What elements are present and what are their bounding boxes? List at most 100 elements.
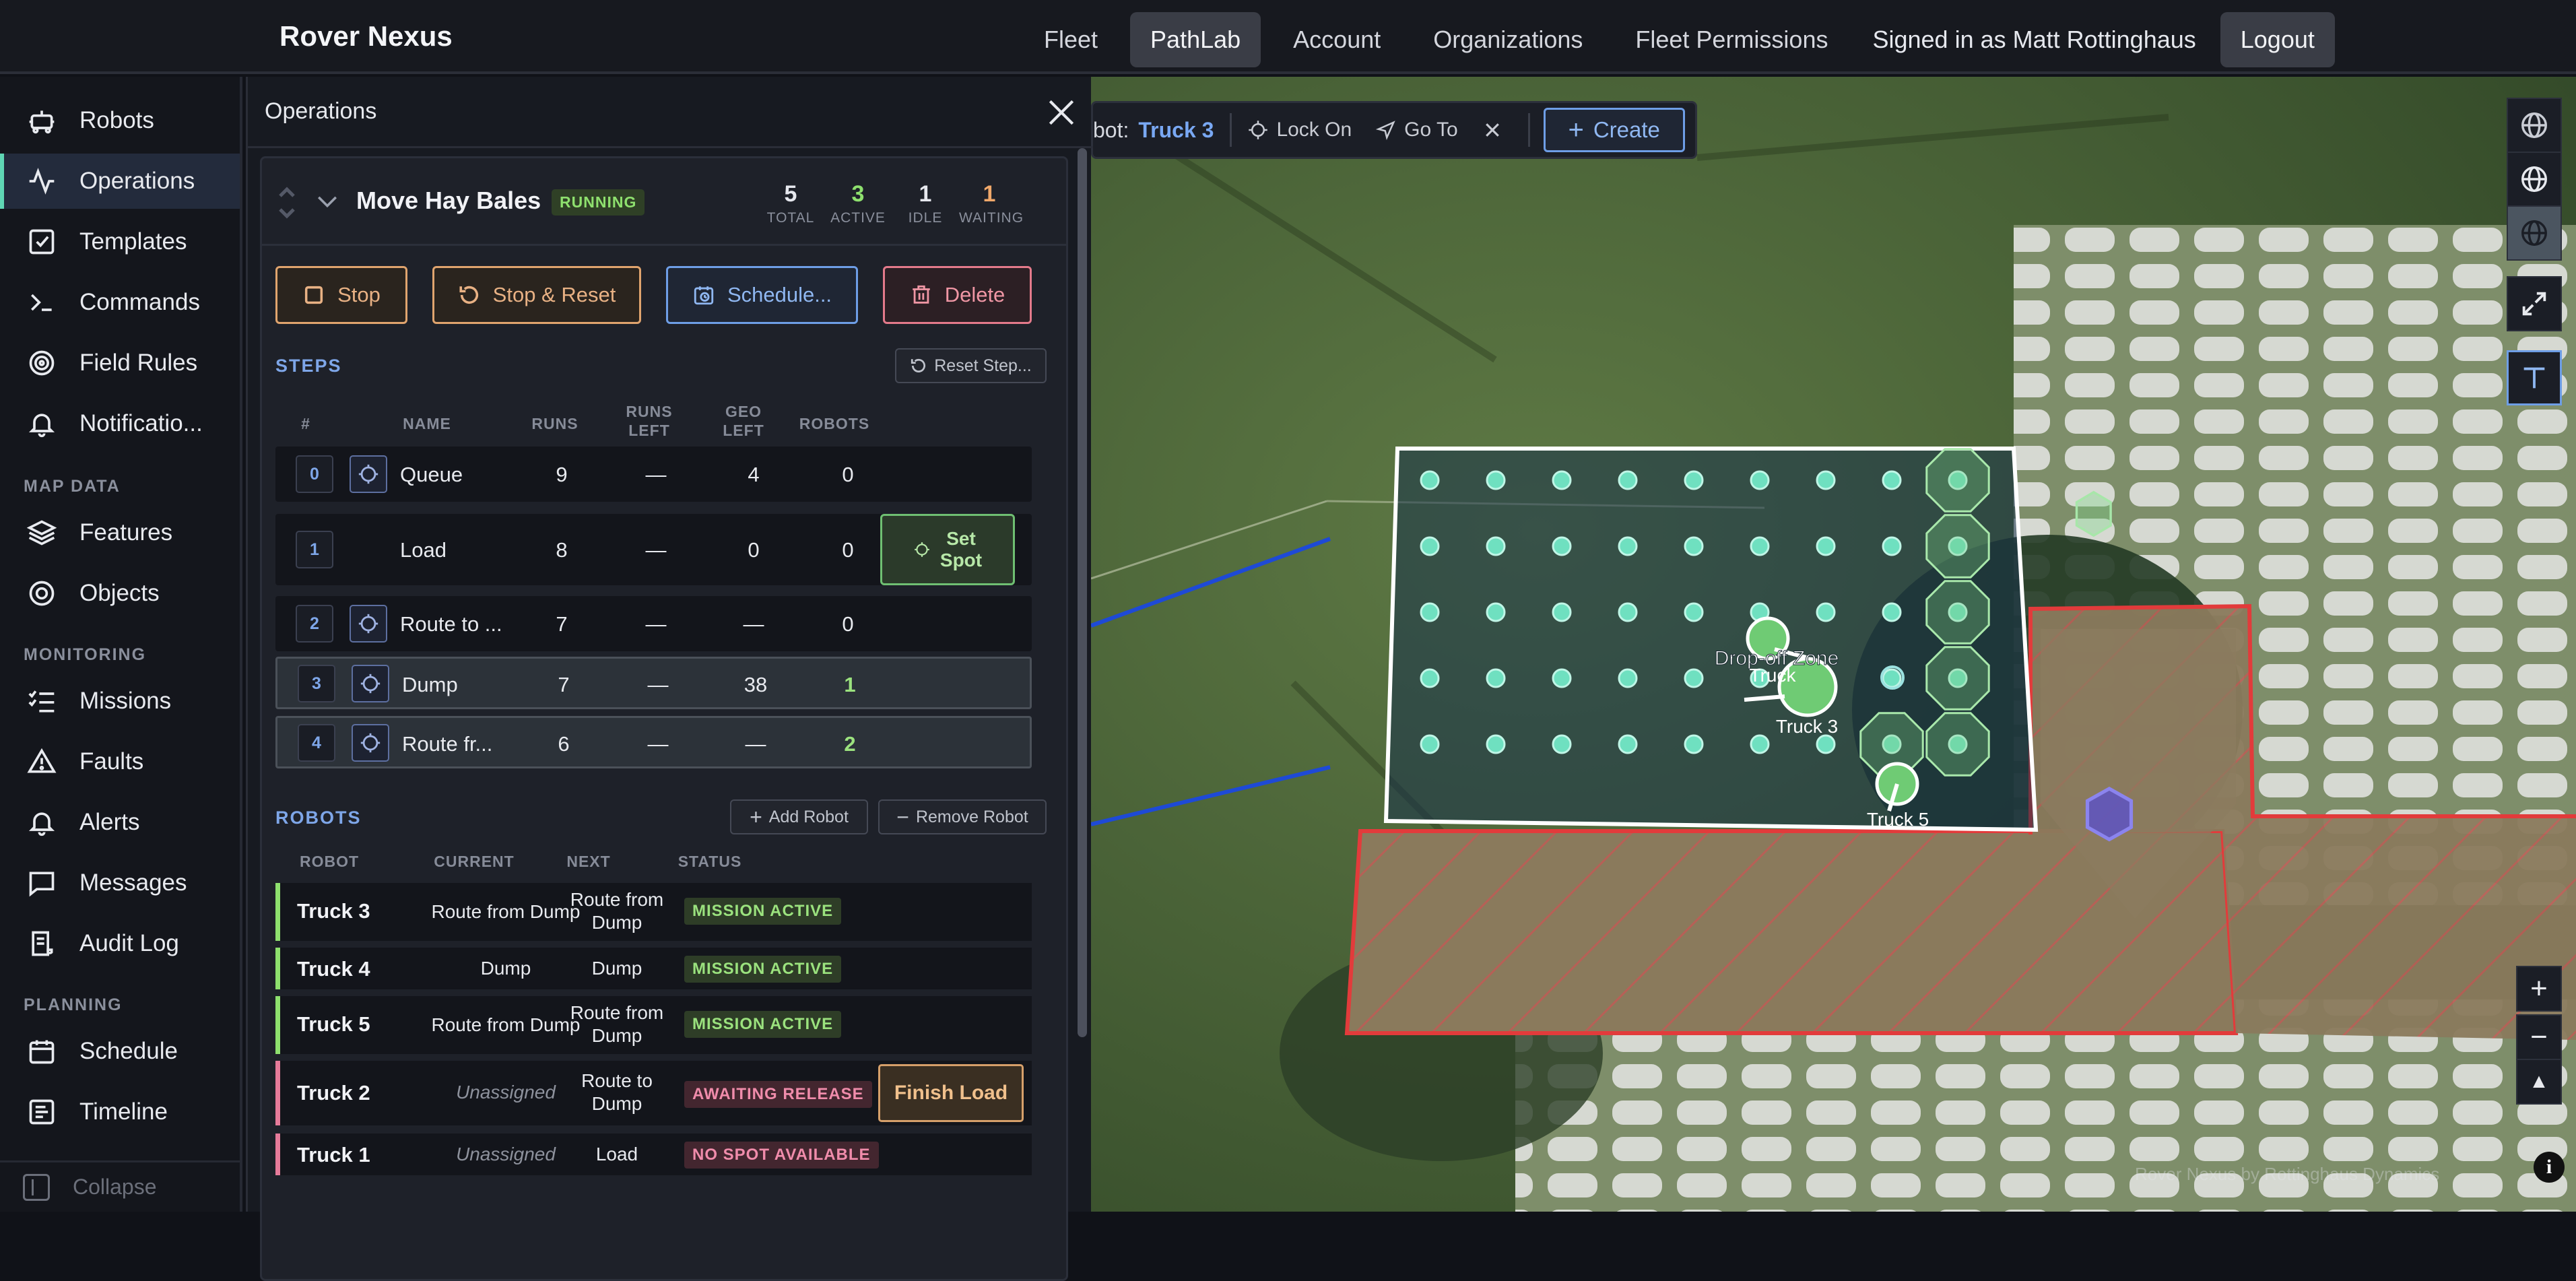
globe-layer-button-active[interactable] xyxy=(2507,205,2562,261)
mission-card-header[interactable]: Move Hay Bales RUNNING 5 TOTAL 3 ACTIVE 1 I… xyxy=(262,158,1066,246)
spot-marker[interactable] xyxy=(1486,470,1506,490)
nav-fleet-permissions[interactable]: Fleet Permissions xyxy=(1615,12,1848,67)
sidebar-item-schedule[interactable]: Schedule xyxy=(0,1024,240,1079)
nav-fleet[interactable]: Fleet xyxy=(1024,12,1118,67)
text-labels-button[interactable] xyxy=(2507,350,2562,405)
spot-marker[interactable] xyxy=(1750,734,1770,754)
spot-marker[interactable] xyxy=(1420,602,1440,622)
sidebar-item-timeline[interactable]: Timeline xyxy=(0,1084,240,1140)
spot-marker[interactable] xyxy=(1618,668,1638,688)
remove-robot-button[interactable]: − Remove Robot xyxy=(878,799,1047,834)
spot-marker[interactable] xyxy=(1618,602,1638,622)
zoom-in-button[interactable]: + xyxy=(2516,966,2562,1012)
logout-button[interactable]: Logout xyxy=(2220,12,2335,67)
spot-marker[interactable] xyxy=(1816,734,1836,754)
load-spot-octagon[interactable] xyxy=(1925,646,1990,711)
spot-marker[interactable] xyxy=(1684,734,1704,754)
robot-row[interactable]: Truck 3 Route from Dump Route from Dump M… xyxy=(275,883,1032,941)
spot-marker[interactable] xyxy=(1552,602,1572,622)
sidebar-item-alerts[interactable]: Alerts xyxy=(0,795,240,850)
sidebar-item-features[interactable]: Features xyxy=(0,505,240,560)
go-to-button[interactable]: Go To xyxy=(1376,119,1458,141)
load-spot-octagon[interactable] xyxy=(1925,712,1990,777)
spot-marker[interactable] xyxy=(1882,470,1902,490)
spot-marker[interactable] xyxy=(1750,470,1770,490)
load-spot-octagon[interactable] xyxy=(1925,448,1990,513)
stop-button[interactable]: Stop xyxy=(275,266,407,324)
spot-marker[interactable] xyxy=(1618,734,1638,754)
sidebar-item-notifications[interactable]: Notificatio... xyxy=(0,396,240,451)
create-button[interactable]: + Create xyxy=(1543,108,1685,152)
spot-marker[interactable] xyxy=(1684,536,1704,556)
spot-marker[interactable] xyxy=(1486,536,1506,556)
spot-marker[interactable] xyxy=(1420,668,1440,688)
satellite-map[interactable]: Drop-off Zone Truck Truck 3 Truck 5 xyxy=(1091,77,2576,1212)
spot-marker[interactable] xyxy=(1552,536,1572,556)
sidebar-item-field-rules[interactable]: Field Rules xyxy=(0,335,240,391)
sidebar-item-objects[interactable]: Objects xyxy=(0,566,240,621)
step-row-active[interactable]: 4 Route fr... 6 — — 2 xyxy=(275,716,1032,768)
info-icon[interactable]: i xyxy=(2534,1152,2565,1183)
sidebar-item-commands[interactable]: Commands xyxy=(0,275,240,330)
spot-marker[interactable] xyxy=(1420,536,1440,556)
nav-account[interactable]: Account xyxy=(1273,12,1401,67)
spot-marker[interactable] xyxy=(1486,668,1506,688)
collapse-sidebar-button[interactable]: Collapse xyxy=(0,1160,240,1212)
reorder-arrows-icon[interactable] xyxy=(277,183,297,223)
map-canvas[interactable]: Drop-off Zone Truck Truck 3 Truck 5 xyxy=(1091,77,2576,1212)
set-spot-button[interactable]: Set Spot xyxy=(880,514,1015,585)
target-icon[interactable] xyxy=(352,724,389,762)
nav-organizations[interactable]: Organizations xyxy=(1413,12,1603,67)
spot-marker[interactable] xyxy=(1552,668,1572,688)
spot-marker[interactable] xyxy=(1552,470,1572,490)
target-icon[interactable] xyxy=(352,665,389,702)
robot-selector[interactable]: bot: Truck 3 xyxy=(1093,118,1214,143)
spot-marker[interactable] xyxy=(1750,536,1770,556)
robot-row[interactable]: Truck 4 Dump Dump MISSION ACTIVE xyxy=(275,948,1032,989)
finish-load-button[interactable]: Finish Load xyxy=(878,1064,1024,1122)
sidebar-item-robots[interactable]: Robots xyxy=(0,93,240,148)
fullscreen-button[interactable] xyxy=(2507,276,2562,331)
clear-robot-button[interactable] xyxy=(1482,120,1511,140)
load-spot-octagon[interactable] xyxy=(1925,580,1990,645)
spot-marker[interactable] xyxy=(1420,734,1440,754)
reset-step-button[interactable]: Reset Step... xyxy=(895,348,1047,383)
brand-logo-text[interactable]: Rover Nexus xyxy=(279,20,453,53)
spot-marker[interactable] xyxy=(1618,470,1638,490)
reset-north-button[interactable]: ▲ xyxy=(2516,1059,2562,1105)
sidebar-item-templates[interactable]: Templates xyxy=(0,214,240,269)
load-spot-octagon[interactable] xyxy=(1925,514,1990,579)
spot-marker[interactable] xyxy=(1420,470,1440,490)
sidebar-item-audit-log[interactable]: Audit Log xyxy=(0,916,240,971)
spot-marker[interactable] xyxy=(1684,602,1704,622)
sidebar-item-messages[interactable]: Messages xyxy=(0,855,240,911)
robot-row[interactable]: Truck 2 Unassigned Route to Dump AWAITING… xyxy=(275,1061,1032,1125)
chevron-down-icon[interactable] xyxy=(316,193,339,211)
delete-button[interactable]: Delete xyxy=(883,266,1032,324)
spot-marker[interactable] xyxy=(1882,536,1902,556)
close-icon[interactable] xyxy=(1045,96,1078,129)
spot-marker[interactable] xyxy=(1684,668,1704,688)
globe-layer-button[interactable] xyxy=(2507,152,2562,207)
schedule-button[interactable]: Schedule... xyxy=(666,266,858,324)
sidebar-item-missions[interactable]: Missions xyxy=(0,674,240,729)
step-row[interactable]: 1 Load 8 — 0 0 Set Spot xyxy=(275,514,1032,585)
globe-layer-button[interactable] xyxy=(2507,98,2562,153)
scrollbar[interactable] xyxy=(1078,148,1087,1037)
spot-marker[interactable] xyxy=(1684,470,1704,490)
step-row-active[interactable]: 3 Dump 7 — 38 1 xyxy=(275,657,1032,709)
spot-marker[interactable] xyxy=(1816,602,1836,622)
robot-row[interactable]: Truck 1 Unassigned Load NO SPOT AVAILABL… xyxy=(275,1134,1032,1175)
spot-marker[interactable] xyxy=(1486,602,1506,622)
selected-spot[interactable] xyxy=(2085,787,2134,842)
sidebar-item-faults[interactable]: Faults xyxy=(0,734,240,789)
stop-and-reset-button[interactable]: Stop & Reset xyxy=(432,266,641,324)
step-row[interactable]: 2 Route to ... 7 — — 0 xyxy=(275,596,1032,651)
spot-marker[interactable] xyxy=(1618,536,1638,556)
spot-marker[interactable] xyxy=(1552,734,1572,754)
spot-marker[interactable] xyxy=(1816,470,1836,490)
spot-marker[interactable] xyxy=(1816,536,1836,556)
add-robot-button[interactable]: + Add Robot xyxy=(730,799,868,834)
zoom-out-button[interactable]: − xyxy=(2516,1014,2562,1060)
spot-marker[interactable] xyxy=(1882,602,1902,622)
